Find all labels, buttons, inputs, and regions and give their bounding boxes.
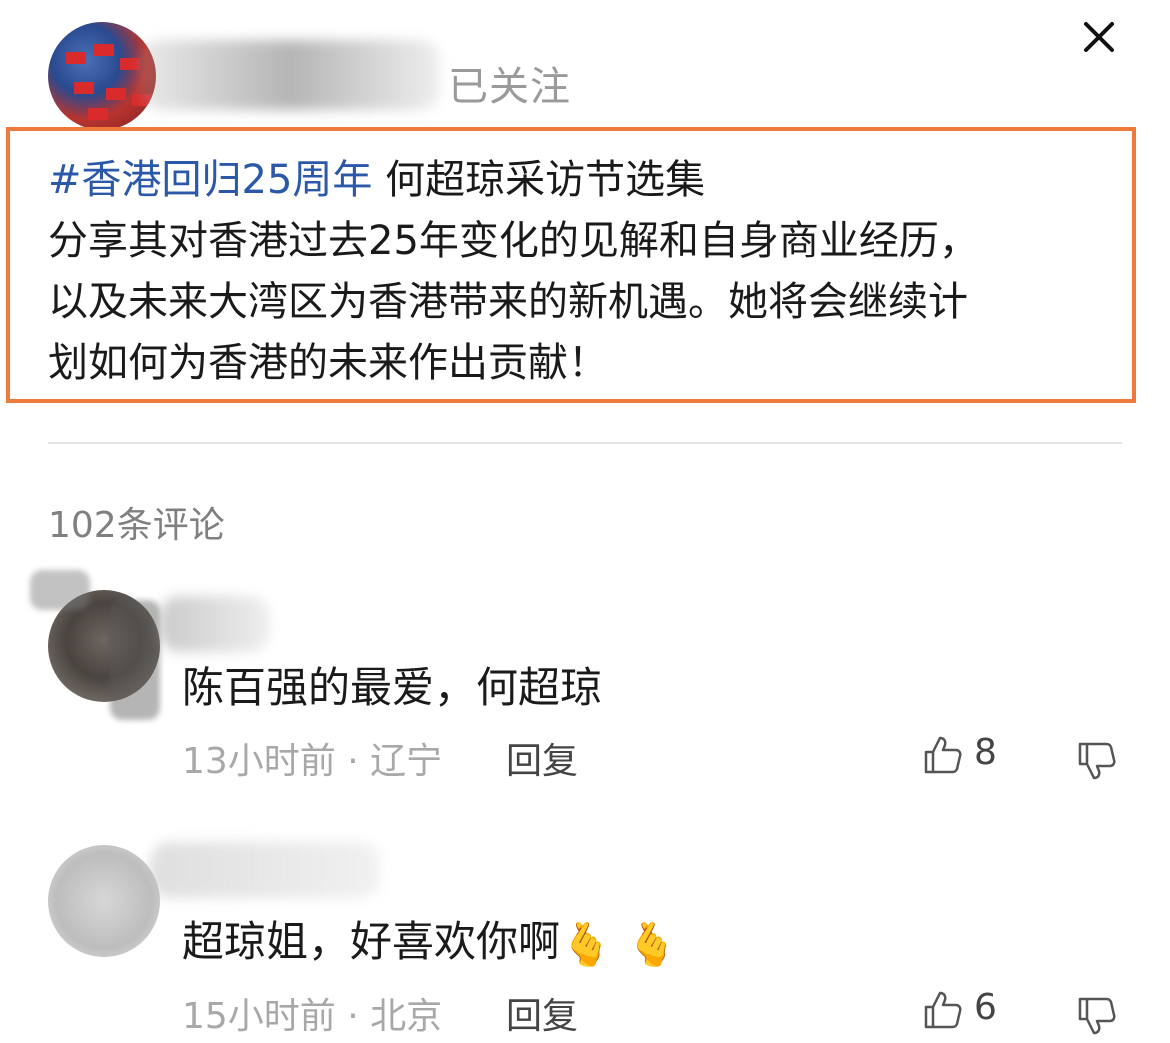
dislike-button[interactable] [1076,993,1120,1037]
thumbs-down-icon [1078,742,1116,780]
like-button[interactable]: 8 [922,732,997,778]
comment-text-body: 超琼姐，好喜欢你啊 [182,917,561,966]
comment-page: 已关注 #香港回归25周年 何超琼采访节选集 分享其对香港过去25年变化的见解和… [0,0,1170,1043]
close-icon [1084,22,1114,52]
commenter-name-redacted [150,842,380,898]
post-line-3: 以及未来大湾区为香港带来的新机遇。她将会继续计 [48,279,968,325]
thumbs-up-icon [924,991,962,1029]
comment-meta: 15小时前 · 北京 [182,996,443,1037]
follow-status[interactable]: 已关注 [448,54,571,112]
dislike-button[interactable] [1076,738,1120,782]
redaction-scribble [30,570,90,610]
post-line-2: 分享其对香港过去25年变化的见解和自身商业经历， [48,218,979,264]
finger-heart-emoji: 🫰 🫰 [560,919,678,969]
divider [48,442,1122,444]
comment-text: 陈百强的最爱，何超琼 [182,663,603,712]
like-button[interactable]: 6 [922,987,997,1033]
comment-text: 超琼姐，好喜欢你啊🫰 🫰 [182,908,678,970]
post-line-4: 划如何为香港的未来作出贡献！ [48,340,608,386]
comment-avatar[interactable] [48,845,160,957]
thumbs-down-icon [1078,997,1116,1035]
post-line-1: #香港回归25周年 何超琼采访节选集 [48,150,1118,211]
reply-button[interactable]: 回复 [506,732,578,784]
reply-button[interactable]: 回复 [506,987,578,1039]
close-button[interactable] [1074,12,1124,62]
comment-count: 102条评论 [48,505,225,546]
comment-meta: 13小时前 · 辽宁 [182,741,443,782]
post-title: 何超琼采访节选集 [372,157,706,203]
like-count: 6 [974,987,997,1028]
hashtag-link[interactable]: #香港回归25周年 [48,157,372,203]
thumbs-up-icon [924,736,962,774]
like-count: 8 [974,732,997,773]
author-name-redacted [140,40,440,110]
post-body: #香港回归25周年 何超琼采访节选集 分享其对香港过去25年变化的见解和自身商业… [48,150,1118,394]
commenter-name-redacted [160,596,270,652]
redaction-scribble [110,600,160,720]
